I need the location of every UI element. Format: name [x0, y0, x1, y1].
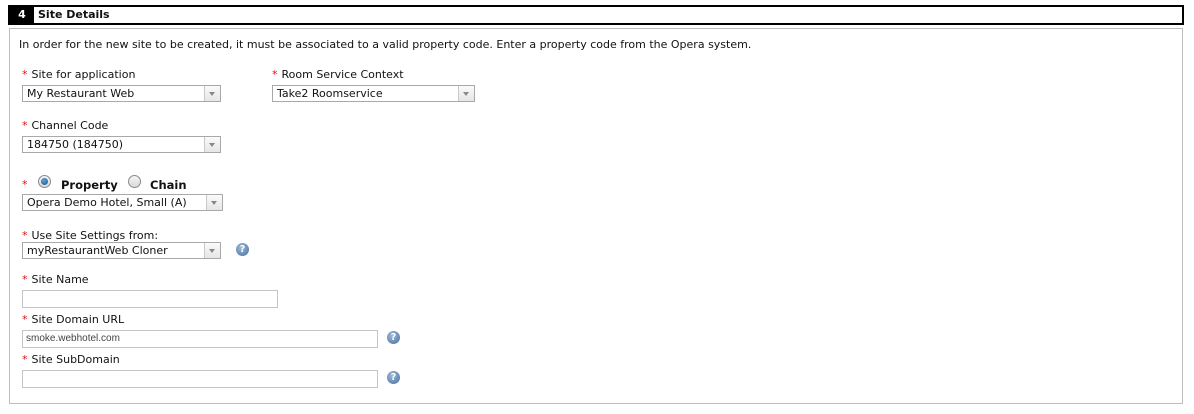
- section-header: 4 Site Details: [8, 5, 1184, 25]
- property-radio[interactable]: [38, 175, 51, 188]
- property-radio-label[interactable]: Property: [61, 178, 118, 192]
- channel-code-label: * Channel Code: [22, 119, 109, 132]
- required-marker: *: [22, 178, 28, 191]
- required-marker: *: [22, 229, 28, 242]
- room-service-context-label: * Room Service Context: [272, 68, 404, 81]
- help-icon[interactable]: ?: [236, 243, 249, 256]
- chain-radio[interactable]: [128, 175, 141, 188]
- site-domain-url-label: * Site Domain URL: [22, 313, 125, 326]
- site-for-application-select[interactable]: My Restaurant Web: [22, 85, 221, 102]
- chevron-down-icon[interactable]: [206, 195, 222, 210]
- required-marker: *: [22, 273, 28, 286]
- site-name-label: * Site Name: [22, 273, 89, 286]
- site-domain-url-input[interactable]: smoke.webhotel.com: [22, 330, 378, 348]
- chevron-down-icon[interactable]: [204, 86, 220, 101]
- required-marker: *: [272, 68, 278, 81]
- site-subdomain-input[interactable]: [22, 370, 378, 388]
- use-site-settings-select[interactable]: myRestaurantWeb Cloner: [22, 242, 221, 259]
- room-service-context-select[interactable]: Take2 Roomservice: [272, 85, 475, 102]
- use-site-settings-label: * Use Site Settings from:: [22, 229, 159, 242]
- required-marker: *: [22, 68, 28, 81]
- section-title: Site Details: [38, 8, 110, 21]
- required-marker: *: [22, 353, 28, 366]
- help-icon[interactable]: ?: [387, 331, 400, 344]
- required-marker: *: [22, 313, 28, 326]
- channel-code-select[interactable]: 184750 (184750): [22, 136, 221, 153]
- help-icon[interactable]: ?: [387, 371, 400, 384]
- chevron-down-icon[interactable]: [204, 243, 220, 258]
- chain-radio-label[interactable]: Chain: [150, 178, 187, 192]
- chevron-down-icon[interactable]: [204, 137, 220, 152]
- site-name-input[interactable]: [22, 290, 278, 308]
- chevron-down-icon[interactable]: [458, 86, 474, 101]
- section-number: 4: [10, 7, 34, 23]
- required-marker: *: [22, 119, 28, 132]
- property-select[interactable]: Opera Demo Hotel, Small (A): [22, 194, 223, 211]
- site-subdomain-label: * Site SubDomain: [22, 353, 120, 366]
- site-for-application-label: * Site for application: [22, 68, 136, 81]
- intro-text: In order for the new site to be created,…: [19, 38, 752, 51]
